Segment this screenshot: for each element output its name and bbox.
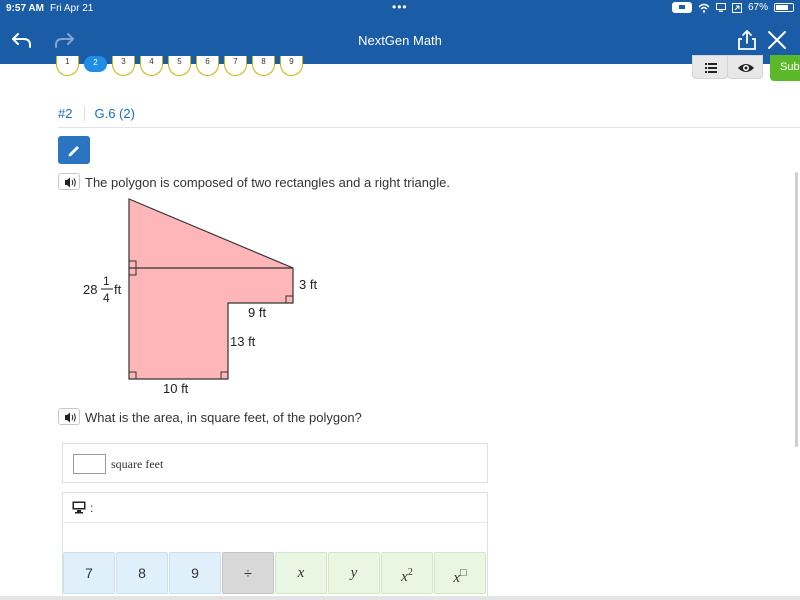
multitask-dots-icon[interactable]: •••	[392, 0, 408, 14]
problem-intro-text: The polygon is composed of two rectangle…	[85, 175, 450, 190]
read-aloud-button-2[interactable]	[58, 408, 80, 425]
speaker-icon	[65, 412, 76, 423]
keypad-header: :	[63, 493, 487, 523]
question-tab-3[interactable]: 3	[112, 56, 135, 76]
speaker-icon	[65, 177, 76, 188]
question-tab-2[interactable]: 2	[84, 56, 107, 72]
app-title: NextGen Math	[358, 33, 442, 48]
polygon-shape	[128, 198, 294, 380]
list-view-button[interactable]	[692, 55, 728, 79]
preview-button[interactable]	[727, 55, 763, 79]
left-side-unit: ft	[114, 282, 122, 297]
header-divider	[58, 127, 800, 128]
question-text: What is the area, in square feet, of the…	[85, 410, 362, 425]
left-side-denominator: 4	[103, 291, 110, 305]
question-tab-1[interactable]: 1	[56, 56, 79, 76]
key-9[interactable]: 9	[169, 552, 221, 594]
question-tab-9[interactable]: 9	[280, 56, 303, 76]
math-keypad: : 7 8 9 ÷ x y x2 x□	[62, 492, 488, 600]
submit-button[interactable]: Sub	[770, 55, 800, 81]
key-y[interactable]: y	[328, 552, 380, 594]
label-13ft: 13 ft	[230, 334, 256, 349]
key-x-power[interactable]: x□	[434, 552, 486, 594]
status-bar: 9:57 AM Fri Apr 21 ••• 67%	[0, 0, 800, 17]
question-tab-8[interactable]: 8	[252, 56, 275, 76]
status-date: Fri Apr 21	[50, 3, 94, 14]
key-x[interactable]: x	[275, 552, 327, 594]
key-8[interactable]: 8	[116, 552, 168, 594]
key-x-squared[interactable]: x2	[381, 552, 433, 594]
keypad-label: :	[90, 501, 94, 515]
breadcrumb: #2 G.6 (2)	[58, 100, 135, 126]
bottom-scroll-track	[0, 596, 800, 600]
left-side-whole: 28	[83, 282, 97, 297]
eye-icon	[738, 64, 754, 72]
answer-input[interactable]	[73, 454, 106, 474]
left-side-numerator: 1	[103, 274, 110, 288]
key-divide[interactable]: ÷	[222, 552, 274, 594]
status-time: 9:57 AM	[6, 3, 44, 14]
question-tab-6[interactable]: 6	[196, 56, 219, 76]
share-icon[interactable]	[734, 27, 760, 53]
question-tab-4[interactable]: 4	[140, 56, 163, 76]
label-10ft: 10 ft	[163, 381, 189, 396]
battery-icon	[774, 3, 794, 12]
label-9ft: 9 ft	[248, 305, 266, 320]
monitor-icon	[715, 2, 726, 12]
key-7[interactable]: 7	[63, 552, 115, 594]
annotate-button[interactable]	[58, 136, 90, 164]
question-tab-7[interactable]: 7	[224, 56, 247, 76]
status-icons: 67%	[671, 2, 794, 13]
wifi-icon	[698, 3, 710, 13]
question-navigator: 1 2 3 4 5 6 7 8 9	[56, 56, 303, 76]
close-icon[interactable]	[764, 27, 790, 53]
polygon-figure: 28 1 4 ft 3 ft 9 ft 13 ft 10 ft	[83, 198, 317, 396]
list-icon	[705, 63, 717, 73]
answer-area: square feet	[62, 443, 488, 483]
cast-icon	[731, 2, 742, 13]
keypad-keys: 7 8 9 ÷ x y x2 x□	[63, 552, 487, 594]
standard-link[interactable]: G.6 (2)	[94, 106, 134, 121]
pencil-icon	[68, 146, 79, 157]
screen-mirroring-icon	[671, 2, 692, 13]
question-tab-5[interactable]: 5	[168, 56, 191, 76]
read-aloud-button[interactable]	[58, 173, 80, 190]
question-number: #2	[58, 105, 86, 121]
answer-unit: square feet	[111, 457, 164, 471]
computer-icon[interactable]	[72, 501, 86, 514]
battery-percent: 67%	[747, 2, 768, 13]
scrollbar[interactable]	[795, 172, 798, 447]
label-3ft: 3 ft	[299, 277, 317, 292]
